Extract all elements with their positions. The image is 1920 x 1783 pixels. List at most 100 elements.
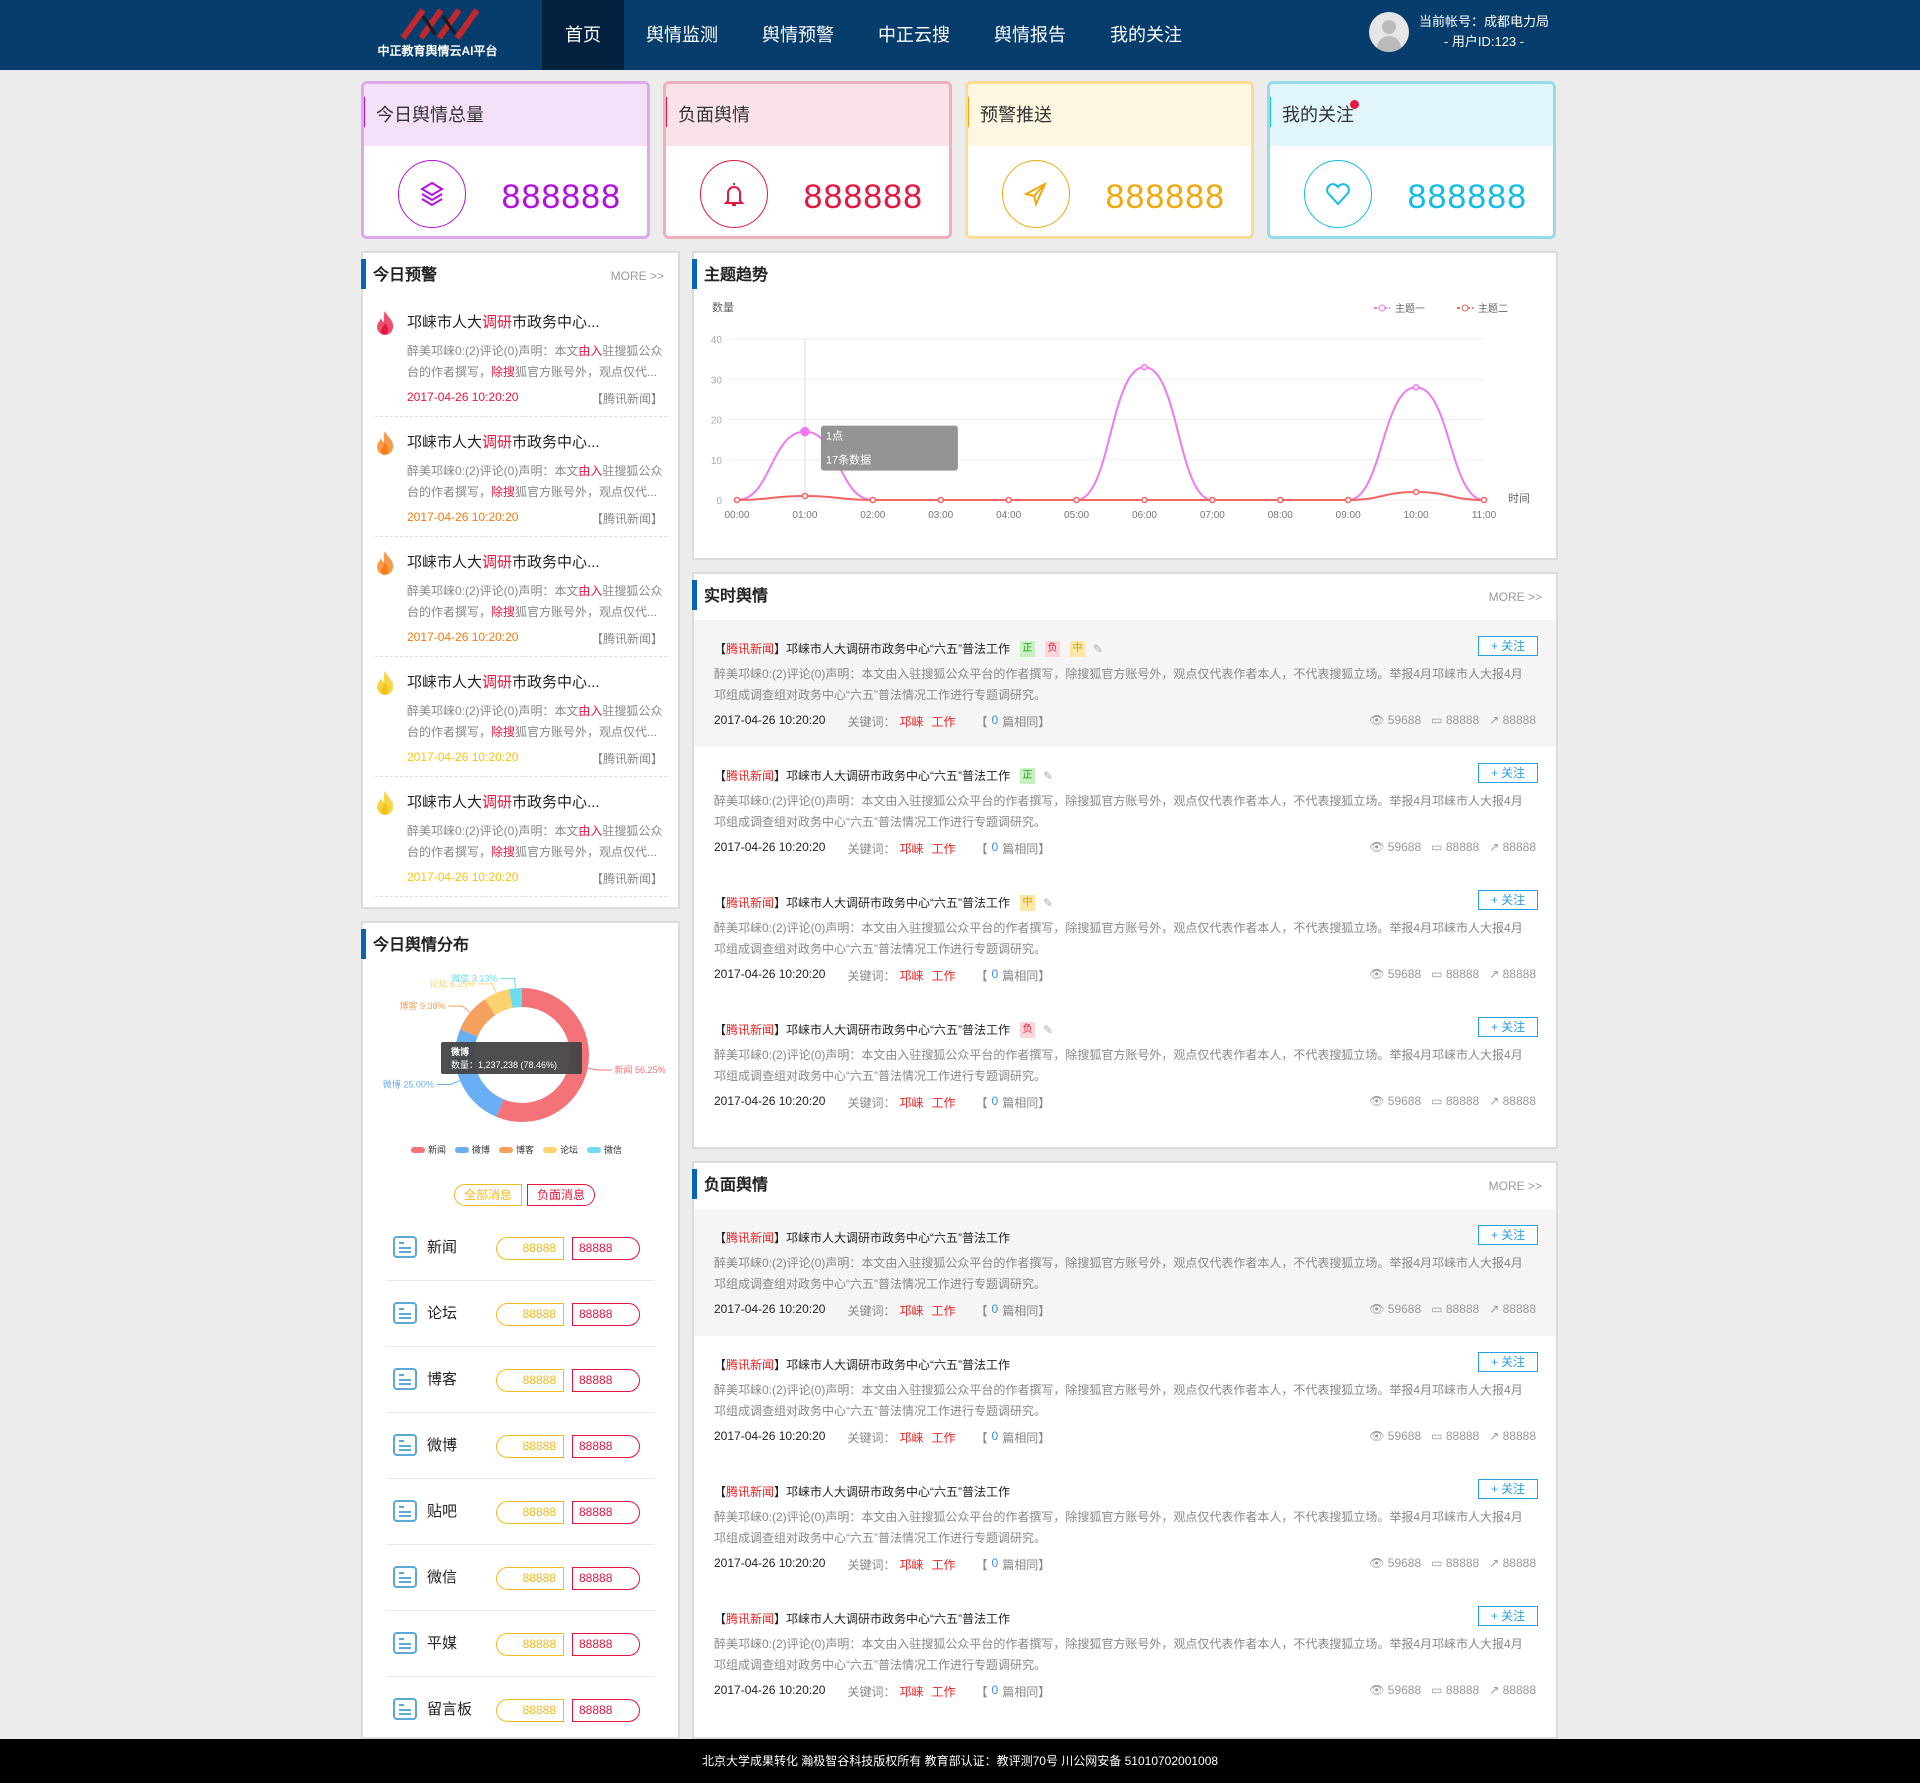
all-count[interactable]: 88888 (496, 1633, 564, 1656)
same-count[interactable]: 0 (992, 713, 999, 730)
legend-item[interactable]: 主题二 (1457, 303, 1508, 315)
follow-button[interactable]: + 关注 (1478, 1479, 1538, 1499)
news-title[interactable]: 邛崃市人大调研市政务中心“六五”普法工作 (786, 1021, 1010, 1038)
source-row[interactable]: 贴吧 88888 88888 (387, 1479, 655, 1545)
news-item[interactable]: 【腾讯新闻】邛崃市人大调研市政务中心“六五”普法工作中 ✎ + 关注 醉美邛崃0:… (694, 874, 1556, 1001)
news-item[interactable]: 【腾讯新闻】邛崃市人大调研市政务中心“六五”普法工作 + 关注 醉美邛崃0:(2… (694, 1209, 1556, 1336)
edit-icon[interactable]: ✎ (1043, 769, 1053, 783)
follow-button[interactable]: + 关注 (1478, 1225, 1538, 1245)
news-item[interactable]: 【腾讯新闻】邛崃市人大调研市政务中心“六五”普法工作 + 关注 醉美邛崃0:(2… (694, 1463, 1556, 1590)
news-title[interactable]: 邛崃市人大调研市政务中心“六五”普法工作 (786, 1229, 1010, 1246)
edit-icon[interactable]: ✎ (1043, 896, 1053, 910)
avatar[interactable] (1369, 12, 1409, 52)
follow-button[interactable]: + 关注 (1478, 636, 1538, 656)
nav-item[interactable]: 我的关注 (1088, 0, 1204, 70)
warning-item[interactable]: 邛崃市人大调研市政务中心... 醉美邛崃0:(2)评论(0)声明：本文由入驻搜狐… (375, 659, 667, 777)
data-point[interactable] (1277, 496, 1284, 504)
more-link[interactable]: MORE >> (1489, 1163, 1542, 1209)
follow-button[interactable]: + 关注 (1478, 890, 1538, 910)
news-source[interactable]: 腾讯新闻 (726, 894, 774, 911)
keyword[interactable]: 工作 (931, 1683, 955, 1700)
data-point[interactable] (801, 492, 809, 500)
keyword[interactable]: 工作 (931, 967, 955, 984)
stat-card[interactable]: 预警推送 888888 (965, 81, 1254, 239)
negative-count[interactable]: 88888 (572, 1501, 640, 1524)
keyword[interactable]: 工作 (931, 713, 955, 730)
warning-item[interactable]: 邛崃市人大调研市政务中心... 醉美邛崃0:(2)评论(0)声明：本文由入驻搜狐… (375, 539, 667, 657)
all-messages-button[interactable]: 全部消息 (454, 1184, 522, 1206)
keyword[interactable]: 工作 (931, 1302, 955, 1319)
negative-messages-button[interactable]: 负面消息 (527, 1184, 595, 1206)
all-count[interactable]: 88888 (496, 1237, 564, 1260)
stat-card[interactable]: 今日舆情总量 888888 (361, 81, 650, 239)
negative-count[interactable]: 88888 (572, 1567, 640, 1590)
news-source[interactable]: 腾讯新闻 (726, 1229, 774, 1246)
nav-item[interactable]: 舆情报告 (972, 0, 1088, 70)
negative-count[interactable]: 88888 (572, 1237, 640, 1260)
same-count[interactable]: 0 (992, 1556, 999, 1573)
keyword[interactable]: 工作 (931, 1429, 955, 1446)
warning-item[interactable]: 邛崃市人大调研市政务中心... 醉美邛崃0:(2)评论(0)声明：本文由入驻搜狐… (375, 299, 667, 417)
source-row[interactable]: 论坛 88888 88888 (387, 1281, 655, 1347)
news-title[interactable]: 邛崃市人大调研市政务中心“六五”普法工作 (786, 1483, 1010, 1500)
negative-count[interactable]: 88888 (572, 1303, 640, 1326)
news-title[interactable]: 邛崃市人大调研市政务中心“六五”普法工作 (786, 1610, 1010, 1627)
more-link[interactable]: MORE >> (1489, 574, 1542, 620)
more-link[interactable]: MORE >> (611, 253, 664, 299)
news-title[interactable]: 邛崃市人大调研市政务中心“六五”普法工作 (786, 894, 1010, 911)
news-title[interactable]: 邛崃市人大调研市政务中心“六五”普法工作 (786, 1356, 1010, 1373)
keyword[interactable]: 工作 (931, 840, 955, 857)
same-count[interactable]: 0 (992, 840, 999, 857)
news-item[interactable]: 【腾讯新闻】邛崃市人大调研市政务中心“六五”普法工作负 ✎ + 关注 醉美邛崃0:… (694, 1001, 1556, 1128)
negative-count[interactable]: 88888 (572, 1369, 640, 1392)
negative-count[interactable]: 88888 (572, 1435, 640, 1458)
source-row[interactable]: 微信 88888 88888 (387, 1545, 655, 1611)
news-source[interactable]: 腾讯新闻 (726, 640, 774, 657)
source-row[interactable]: 新闻 88888 88888 (387, 1215, 655, 1281)
stat-card[interactable]: 负面舆情 888888 (663, 81, 952, 239)
negative-count[interactable]: 88888 (572, 1633, 640, 1656)
sentiment-tag[interactable]: 中 (1020, 894, 1036, 911)
warning-title[interactable]: 邛崃市人大调研市政务中心... (407, 551, 600, 572)
news-item[interactable]: 【腾讯新闻】邛崃市人大调研市政务中心“六五”普法工作 + 关注 醉美邛崃0:(2… (694, 1336, 1556, 1463)
same-count[interactable]: 0 (992, 1683, 999, 1700)
logo[interactable]: 中正教育舆情云AI平台 (361, 6, 514, 66)
sentiment-tag[interactable]: 中 (1070, 640, 1086, 657)
edit-icon[interactable]: ✎ (1043, 1023, 1053, 1037)
follow-button[interactable]: + 关注 (1478, 1352, 1538, 1372)
keyword[interactable]: 邛崃 (899, 713, 923, 730)
legend-item[interactable]: 主题一 (1374, 303, 1425, 315)
keyword[interactable]: 邛崃 (899, 1556, 923, 1573)
data-point[interactable] (1005, 496, 1012, 504)
legend-item[interactable]: 微博 (455, 1144, 490, 1155)
news-title[interactable]: 邛崃市人大调研市政务中心“六五”普法工作 (786, 640, 1010, 657)
data-point[interactable] (937, 496, 944, 504)
keyword[interactable]: 邛崃 (899, 967, 923, 984)
legend-item[interactable]: 论坛 (543, 1144, 578, 1155)
follow-button[interactable]: + 关注 (1478, 763, 1538, 783)
nav-item[interactable]: 首页 (542, 0, 624, 70)
follow-button[interactable]: + 关注 (1478, 1606, 1538, 1626)
data-point[interactable] (1073, 496, 1080, 504)
same-count[interactable]: 0 (992, 1429, 999, 1446)
nav-item[interactable]: 舆情预警 (740, 0, 856, 70)
all-count[interactable]: 88888 (496, 1303, 564, 1326)
data-point[interactable] (800, 426, 810, 437)
warning-item[interactable]: 邛崃市人大调研市政务中心... 醉美邛崃0:(2)评论(0)声明：本文由入驻搜狐… (375, 779, 667, 897)
same-count[interactable]: 0 (992, 1302, 999, 1319)
news-source[interactable]: 腾讯新闻 (726, 1356, 774, 1373)
news-source[interactable]: 腾讯新闻 (726, 1021, 774, 1038)
stat-card[interactable]: 我的关注 888888 (1267, 81, 1556, 239)
same-count[interactable]: 0 (992, 967, 999, 984)
keyword[interactable]: 工作 (931, 1094, 955, 1111)
warning-title[interactable]: 邛崃市人大调研市政务中心... (407, 671, 600, 692)
same-count[interactable]: 0 (992, 1094, 999, 1111)
all-count[interactable]: 88888 (496, 1699, 564, 1722)
legend-item[interactable]: 微信 (587, 1144, 622, 1155)
keyword[interactable]: 邛崃 (899, 1302, 923, 1319)
data-point[interactable] (733, 496, 741, 504)
legend-item[interactable]: 新闻 (411, 1144, 446, 1155)
data-point[interactable] (1344, 496, 1352, 504)
nav-item[interactable]: 舆情监测 (624, 0, 740, 70)
warning-title[interactable]: 邛崃市人大调研市政务中心... (407, 311, 600, 332)
